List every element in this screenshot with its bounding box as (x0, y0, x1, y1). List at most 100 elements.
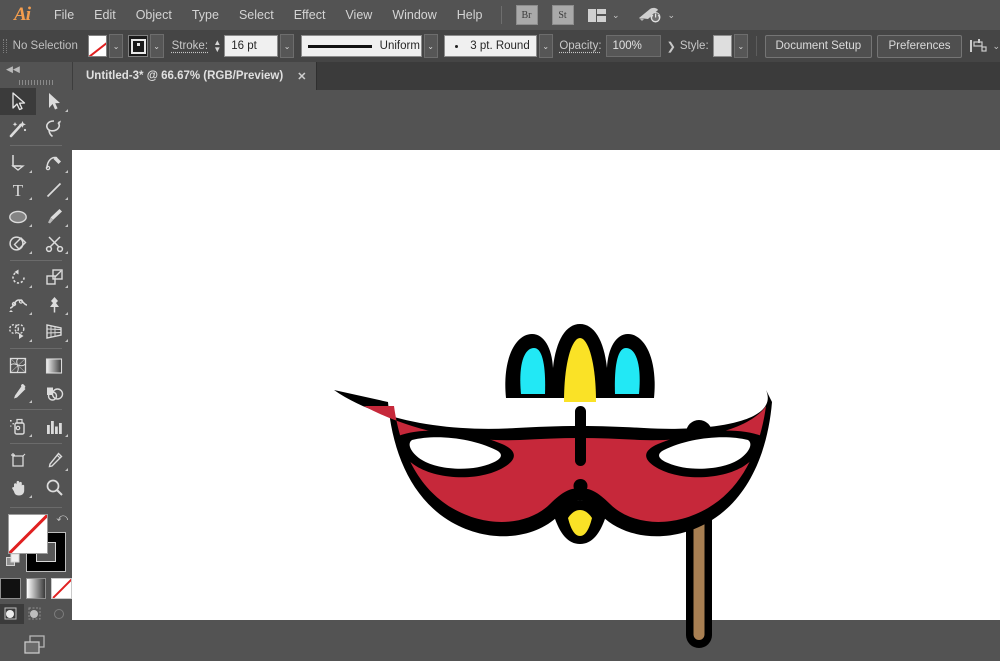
opacity-label[interactable]: Opacity: (559, 40, 601, 52)
brush-definition-label: 3 pt. Round (470, 40, 529, 52)
tool-lasso[interactable] (36, 115, 72, 142)
stroke-color-swatch[interactable] (128, 35, 147, 57)
screen-mode-icon (22, 634, 50, 656)
tool-curvature[interactable] (36, 149, 72, 176)
none-button[interactable] (51, 578, 72, 599)
menu-divider (501, 6, 502, 24)
tools-divider-5 (10, 443, 62, 444)
document-tab[interactable]: Untitled-3* @ 66.67% (RGB/Preview) ✕ (72, 62, 317, 90)
workspace-switcher-button[interactable]: ⌄ (636, 6, 676, 24)
fill-color-indicator[interactable] (8, 514, 48, 554)
tool-flyout-indicator (65, 285, 68, 288)
stroke-weight-label[interactable]: Stroke: (172, 40, 208, 52)
menu-file[interactable]: File (44, 0, 84, 30)
brush-definition-select[interactable]: 3 pt. Round (444, 35, 536, 57)
tool-symbol-sprayer[interactable] (0, 413, 36, 440)
tools-panel-grip[interactable] (0, 76, 72, 88)
tool-rotate[interactable] (0, 264, 36, 291)
stock-button[interactable]: St (552, 5, 574, 25)
tool-line-segment[interactable] (36, 176, 72, 203)
color-mode-row (0, 578, 72, 599)
tool-direct-selection[interactable] (36, 88, 72, 115)
opacity-input[interactable]: 100% (606, 35, 661, 57)
tool-hand[interactable] (0, 474, 36, 501)
tool-magic-wand[interactable] (0, 115, 36, 142)
tool-free-transform[interactable] (36, 291, 72, 318)
artwork-carnival-mask[interactable] (320, 310, 780, 655)
menu-select[interactable]: Select (229, 0, 284, 30)
canvas-area[interactable] (72, 90, 1000, 620)
tool-shape-builder[interactable] (0, 318, 36, 345)
preferences-button[interactable]: Preferences (877, 35, 961, 58)
magnifier-icon (45, 478, 64, 497)
menu-object[interactable]: Object (126, 0, 182, 30)
document-setup-button[interactable]: Document Setup (765, 35, 873, 58)
tool-blend[interactable] (36, 379, 72, 406)
tools-panel-collapse[interactable]: ◀◀ (0, 62, 72, 76)
tool-flyout-indicator (65, 468, 68, 471)
draw-behind-icon (28, 607, 44, 621)
graphic-style-dropdown[interactable]: ⌄ (734, 34, 748, 58)
close-icon[interactable]: ✕ (297, 70, 306, 83)
opacity-expand-icon[interactable]: ❯ (667, 40, 676, 53)
tool-slice[interactable] (36, 447, 72, 474)
tool-flyout-indicator (29, 312, 32, 315)
tool-artboard[interactable] (0, 447, 36, 474)
tool-selection[interactable] (0, 88, 36, 115)
menu-type[interactable]: Type (182, 0, 229, 30)
stroke-weight-input[interactable]: 16 pt (224, 35, 278, 57)
control-bar-grip[interactable] (0, 30, 7, 62)
gradient-button[interactable] (26, 578, 47, 599)
tools-divider-3 (10, 348, 62, 349)
tool-type[interactable]: T (0, 176, 36, 203)
menu-view[interactable]: View (335, 0, 382, 30)
bridge-button[interactable]: Br (516, 5, 538, 25)
tool-column-graph[interactable] (36, 413, 72, 440)
tool-flyout-indicator (29, 224, 32, 227)
tool-gradient[interactable] (36, 352, 72, 379)
stroke-dropdown-button[interactable]: ⌄ (150, 34, 164, 58)
default-fill-stroke-icon[interactable] (6, 553, 22, 574)
swap-fill-stroke-icon[interactable]: ⤺ (56, 512, 68, 525)
menu-help[interactable]: Help (447, 0, 493, 30)
change-screen-mode-button[interactable] (22, 634, 50, 661)
draw-behind-button[interactable] (24, 604, 48, 624)
graphic-style-swatch[interactable] (713, 35, 732, 57)
tools-divider-2 (10, 260, 62, 261)
stroke-profile-dropdown[interactable]: ⌄ (424, 34, 438, 58)
tool-shaper[interactable] (0, 230, 36, 257)
tool-paintbrush[interactable] (36, 203, 72, 230)
stroke-weight-dropdown[interactable]: ⌄ (280, 34, 294, 58)
tool-mesh[interactable] (0, 352, 36, 379)
menu-edit[interactable]: Edit (84, 0, 126, 30)
mask-crown (505, 324, 654, 402)
menu-window[interactable]: Window (382, 0, 446, 30)
color-button[interactable] (0, 578, 21, 599)
tool-perspective-grid[interactable] (36, 318, 72, 345)
tool-eyedropper[interactable] (0, 379, 36, 406)
tool-scissors[interactable] (36, 230, 72, 257)
paintbrush-icon (45, 207, 64, 226)
tool-flyout-indicator (29, 434, 32, 437)
fill-dropdown-button[interactable]: ⌄ (109, 34, 123, 58)
stroke-weight-stepper[interactable]: ▲▼ (213, 35, 221, 57)
brush-definition-dropdown[interactable]: ⌄ (539, 34, 553, 58)
tool-ellipse[interactable] (0, 203, 36, 230)
tool-width[interactable] (0, 291, 36, 318)
tool-flyout-indicator (65, 197, 68, 200)
tool-zoom[interactable] (36, 474, 72, 501)
artboard[interactable] (72, 150, 1000, 620)
tool-scale[interactable] (36, 264, 72, 291)
stroke-profile-select[interactable]: Uniform (301, 35, 422, 57)
tool-pen[interactable] (0, 149, 36, 176)
none-slash-icon (88, 35, 107, 57)
draw-inside-button[interactable] (48, 604, 72, 624)
align-options-button[interactable]: ⌄ (969, 38, 1000, 54)
arrange-documents-button[interactable]: ⌄ (588, 9, 620, 22)
draw-normal-button[interactable] (0, 604, 24, 624)
fill-color-swatch[interactable] (88, 35, 107, 57)
menu-effect[interactable]: Effect (284, 0, 336, 30)
artboard-icon (8, 451, 28, 470)
lasso-icon (44, 119, 64, 138)
curvature-pencil-icon (45, 153, 64, 172)
